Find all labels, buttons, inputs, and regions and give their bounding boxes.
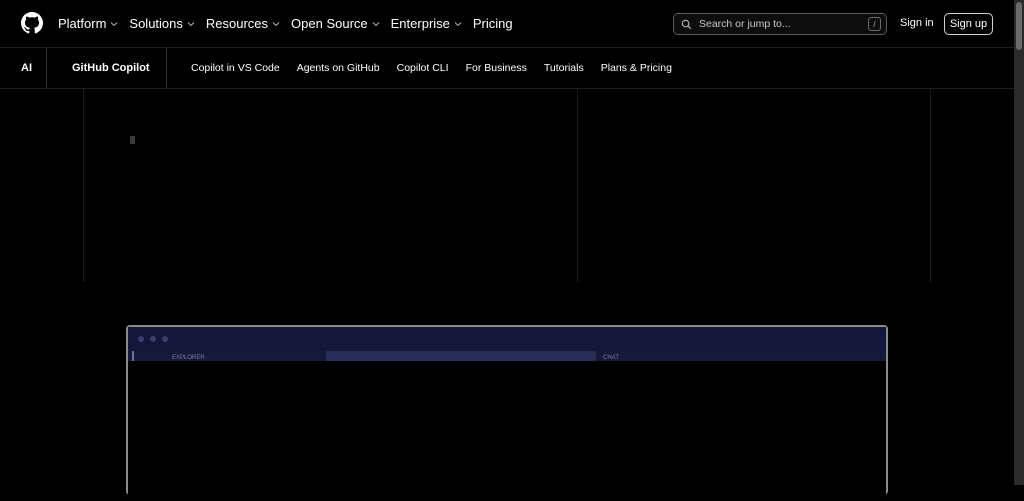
nav-item-open-source[interactable]: Open Source [291, 16, 380, 31]
window-dot-icon [150, 336, 156, 342]
window-dot-icon [138, 336, 144, 342]
nav-item-platform[interactable]: Platform [58, 16, 118, 31]
nav-item-solutions[interactable]: Solutions [129, 16, 195, 31]
nav-item-label: Pricing [472, 16, 513, 31]
files-icon [132, 351, 134, 361]
nav-item-label: Open Source [291, 16, 368, 31]
chevron-down-icon [454, 21, 462, 26]
chevron-down-icon [372, 21, 380, 26]
top-navigation: Platform Solutions Resources Open Source… [0, 0, 1014, 48]
scrollbar-track[interactable] [1014, 0, 1024, 485]
nav-item-enterprise[interactable]: Enterprise [391, 16, 462, 31]
sign-in-link[interactable]: Sign in [900, 17, 934, 29]
search-shortcut-key: / [868, 17, 881, 31]
editor-body [128, 361, 886, 501]
grid-line [930, 89, 931, 282]
subnav-product-title[interactable]: GitHub Copilot [72, 62, 150, 74]
chevron-down-icon [187, 21, 195, 26]
search-input[interactable]: Search or jump to... / [673, 13, 887, 35]
chevron-down-icon [272, 21, 280, 26]
github-logo-icon[interactable] [21, 12, 43, 34]
main-nav-links: Platform Solutions Resources Open Source… [58, 0, 524, 47]
grid-line [83, 89, 84, 282]
nav-item-label: Platform [58, 16, 107, 31]
grid-line [577, 89, 578, 282]
scrollbar-thumb[interactable] [1016, 2, 1022, 50]
search-placeholder: Search or jump to... [699, 18, 791, 30]
nav-item-pricing[interactable]: Pricing [473, 16, 513, 31]
subnav-link-cli[interactable]: Copilot CLI [397, 62, 449, 74]
subnav-link-pricing[interactable]: Plans & Pricing [601, 62, 672, 74]
subnav-section-ai[interactable]: AI [21, 62, 32, 74]
search-icon [681, 19, 692, 29]
subnav-link-tutorials[interactable]: Tutorials [544, 62, 584, 74]
sub-navigation: AI GitHub Copilot Copilot in VS Code Age… [0, 48, 1014, 89]
nav-item-label: Enterprise [390, 16, 450, 31]
editor-tab [326, 351, 596, 361]
editor-titlebar [128, 327, 886, 351]
nav-item-label: Resources [205, 16, 269, 31]
divider [166, 48, 167, 88]
chevron-down-icon [111, 21, 118, 26]
nav-item-label: Solutions [129, 16, 183, 31]
divider [46, 48, 47, 88]
sign-up-button[interactable]: Sign up [944, 13, 993, 35]
text-cursor [130, 136, 135, 144]
subnav-link-vscode[interactable]: Copilot in VS Code [191, 62, 280, 74]
subnav-link-agents[interactable]: Agents on GitHub [297, 62, 380, 74]
window-dot-icon [162, 336, 168, 342]
nav-item-resources[interactable]: Resources [206, 16, 280, 31]
subnav-link-business[interactable]: For Business [466, 62, 527, 74]
editor-preview-window: EXPLORER CHAT [126, 325, 888, 501]
subnav-links: Copilot in VS Code Agents on GitHub Copi… [191, 62, 689, 74]
